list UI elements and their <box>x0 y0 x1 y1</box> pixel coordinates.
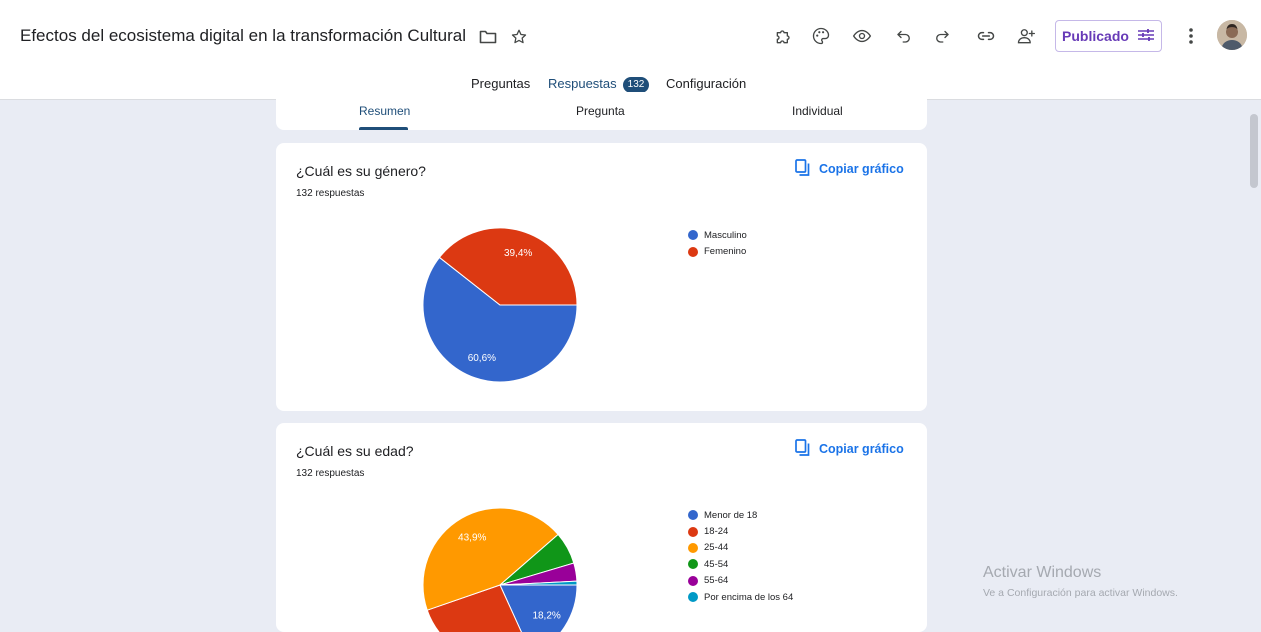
tab-respuestas[interactable]: Respuestas 132 <box>548 76 650 93</box>
account-avatar[interactable] <box>1217 20 1247 50</box>
legend-item[interactable]: 45-54 <box>688 556 793 572</box>
legend-item[interactable]: 55-64 <box>688 573 793 589</box>
chart-legend: Menor de 18 18-24 25-44 45-54 55-64 Por encim… <box>688 507 793 605</box>
windows-activation-watermark: Activar Windows Ve a Configuración para … <box>983 564 1178 599</box>
folder-icon[interactable] <box>478 27 498 47</box>
pie-slice-label: 60,6% <box>468 353 496 364</box>
legend-label: Por encima de los 64 <box>704 591 794 603</box>
scrollbar-thumb[interactable] <box>1250 114 1258 188</box>
top-bar: Efectos del ecosistema digital en la tra… <box>0 0 1261 100</box>
responses-count-badge: 132 <box>622 77 650 93</box>
question-card-edad: ¿Cuál es su edad? 132 respuestas Copiar … <box>276 423 927 632</box>
legend-swatch <box>688 510 698 521</box>
watermark-title: Activar Windows <box>983 564 1102 581</box>
legend-item[interactable]: 25-44 <box>688 540 793 556</box>
pie-chart: 18,2% 43,9% <box>422 507 578 632</box>
legend-item[interactable]: Femenino <box>688 243 747 259</box>
pie-chart: 60,6% 39,4% <box>422 227 578 383</box>
preview-icon[interactable] <box>850 24 874 48</box>
legend-label: 25-44 <box>704 542 729 554</box>
page-scrollbar[interactable] <box>1246 100 1261 632</box>
form-title[interactable]: Efectos del ecosistema digital en la tra… <box>20 26 466 46</box>
legend-item[interactable]: Masculino <box>688 227 747 243</box>
legend-swatch <box>688 246 698 257</box>
legend-label: 45-54 <box>704 558 729 570</box>
link-icon[interactable] <box>974 24 998 48</box>
redo-icon[interactable] <box>930 24 954 48</box>
legend-label: 55-64 <box>704 575 729 587</box>
legend-swatch <box>688 542 698 553</box>
subtab-resumen[interactable]: Resumen <box>359 104 410 118</box>
response-view-tabs: Resumen Pregunta Individual <box>276 92 927 130</box>
legend-swatch <box>688 559 698 570</box>
pie-slice-label: 43,9% <box>458 533 486 544</box>
legend-item[interactable]: Por encima de los 64 <box>688 589 793 605</box>
palette-icon[interactable] <box>809 24 833 48</box>
legend-item[interactable]: 18-24 <box>688 523 793 539</box>
chart-legend: Masculino Femenino <box>688 227 747 260</box>
undo-icon[interactable] <box>892 24 916 48</box>
legend-swatch <box>688 526 698 537</box>
pie-slice-label: 39,4% <box>504 248 532 259</box>
question-card-genero: ¿Cuál es su género? 132 respuestas Copia… <box>276 143 927 411</box>
legend-swatch <box>688 592 698 603</box>
tab-configuracion[interactable]: Configuración <box>666 76 746 91</box>
subtab-pregunta[interactable]: Pregunta <box>576 104 625 118</box>
publish-button[interactable]: Publicado <box>1055 20 1162 52</box>
star-icon[interactable] <box>509 27 529 47</box>
legend-label: 18-24 <box>704 526 729 538</box>
legend-label: Menor de 18 <box>704 509 758 521</box>
tune-icon <box>1137 28 1155 45</box>
legend-label: Femenino <box>704 246 747 258</box>
add-collaborator-icon[interactable] <box>1014 24 1038 48</box>
legend-item[interactable]: Menor de 18 <box>688 507 793 523</box>
tab-preguntas[interactable]: Preguntas <box>471 76 530 91</box>
legend-swatch <box>688 230 698 241</box>
more-vert-icon[interactable] <box>1179 24 1203 48</box>
addon-icon[interactable] <box>772 24 796 48</box>
publish-label: Publicado <box>1062 28 1129 44</box>
active-subtab-indicator <box>359 127 408 130</box>
legend-label: Masculino <box>704 229 747 241</box>
subtab-individual[interactable]: Individual <box>792 104 843 118</box>
pie-slice-label: 18,2% <box>532 610 560 621</box>
legend-swatch <box>688 575 698 586</box>
watermark-subtitle: Ve a Configuración para activar Windows. <box>983 587 1178 599</box>
